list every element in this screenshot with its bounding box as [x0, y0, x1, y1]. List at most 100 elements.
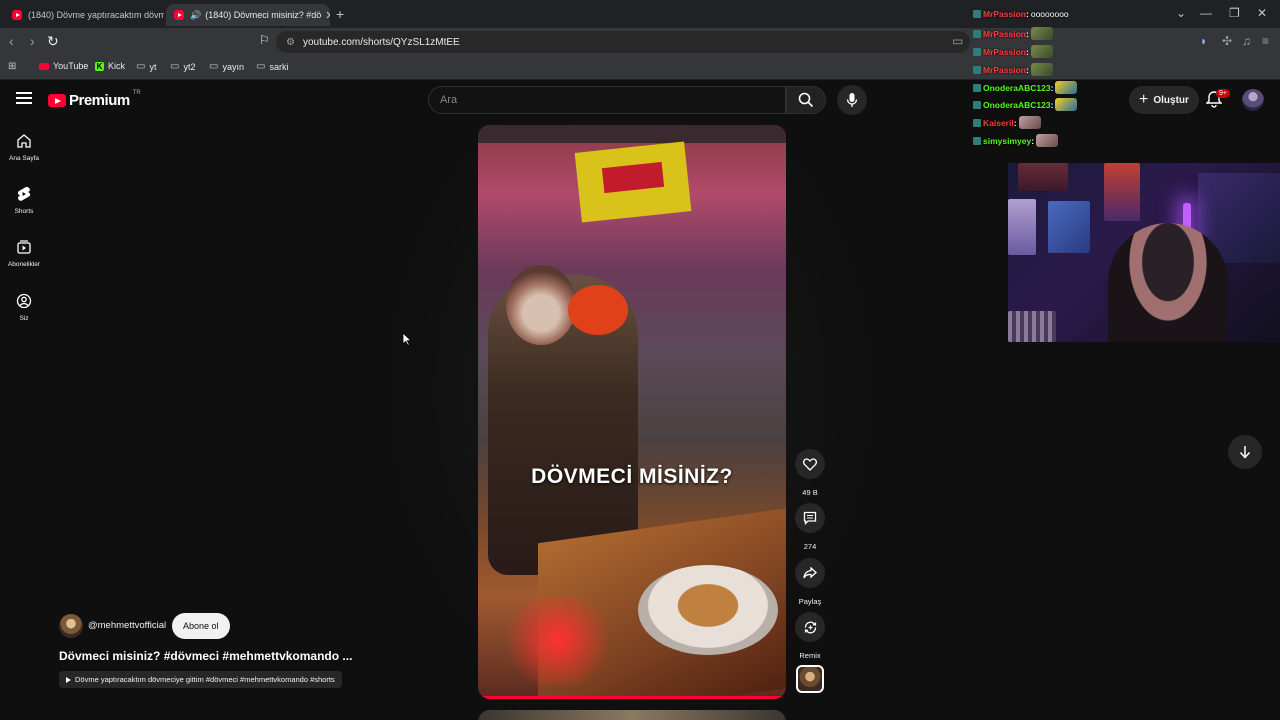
- menu-icon[interactable]: ≡: [1262, 34, 1269, 48]
- extensions-icon[interactable]: ✣: [1222, 34, 1232, 48]
- comment-action[interactable]: 274: [794, 503, 826, 551]
- like-action[interactable]: 49 B: [794, 449, 826, 497]
- guide-label: Shorts: [14, 208, 34, 215]
- chat-username: MrPassion: [983, 28, 1026, 39]
- browser-tab-1[interactable]: (1840) Dövme yaptıracaktım dövme: [4, 4, 164, 26]
- bookmark-folder-yayin[interactable]: ▭ yayın: [209, 61, 244, 72]
- subscriptions-icon: [17, 240, 31, 254]
- chat-badge-icon: [973, 47, 981, 56]
- youtube-favicon-icon: [174, 10, 184, 20]
- folder-icon: ▭: [256, 61, 266, 72]
- webcam-detail: [1104, 163, 1140, 221]
- guide-item-home[interactable]: Ana Sayfa: [0, 133, 48, 162]
- chat-separator: :: [1026, 9, 1029, 19]
- chat-badge-icon: [973, 100, 981, 109]
- remix-button[interactable]: [795, 612, 825, 642]
- search-placeholder: Ara: [440, 94, 458, 106]
- country-code: TR: [132, 89, 141, 96]
- remix-icon: [804, 621, 816, 633]
- bookmark-kick[interactable]: K Kick: [95, 61, 125, 71]
- next-short-button[interactable]: [1228, 435, 1262, 469]
- chat-separator: :: [1050, 99, 1054, 110]
- youtube-premium-logo[interactable]: Premium TR: [48, 89, 141, 109]
- like-button[interactable]: [795, 449, 825, 479]
- next-short-preview[interactable]: [478, 710, 786, 720]
- chat-username: MrPassion: [983, 64, 1026, 75]
- guide-label: Abonelikler: [7, 261, 41, 268]
- webcam-detail: [1048, 201, 1090, 253]
- hamburger-menu-icon[interactable]: [16, 92, 32, 104]
- guide-item-you[interactable]: Siz: [0, 293, 48, 322]
- address-bar[interactable]: ⚙ youtube.com/shorts/QYzSL1zMtEE: [276, 31, 970, 53]
- create-button[interactable]: + Oluştur: [1129, 86, 1199, 114]
- url-text: youtube.com/shorts/QYzSL1zMtEE: [302, 36, 460, 48]
- forward-button[interactable]: ›: [30, 33, 35, 49]
- chat-badge-icon: [973, 65, 981, 74]
- stream-chat-overlay: MrPassion: oooooooo MrPassion: MrPassion: Mr…: [970, 0, 1120, 165]
- search-button[interactable]: [786, 86, 826, 114]
- bookmark-folder-yt2[interactable]: ▭ yt2: [170, 61, 195, 72]
- guide-label: Siz: [19, 315, 29, 322]
- subscribe-button[interactable]: Abone ol: [172, 613, 230, 639]
- video-frame-detail: [478, 125, 786, 143]
- browser-tab-2-active[interactable]: 🔊 (1840) Dövmeci misiniz? #dö ✕: [166, 4, 330, 26]
- related-video-chip[interactable]: Dövme yaptıracaktım dövmeciye gittim #dö…: [59, 671, 342, 688]
- apps-icon[interactable]: ⊞: [8, 61, 20, 72]
- account-avatar[interactable]: [1242, 89, 1264, 111]
- channel-name[interactable]: @mehmettvofficial: [88, 620, 166, 631]
- bookmark-folder-yt[interactable]: ▭ yt: [136, 61, 156, 72]
- chat-emote-icon: [1030, 45, 1053, 58]
- chat-emote-icon: [1030, 63, 1053, 76]
- cast-icon[interactable]: ▭: [952, 34, 963, 48]
- share-action[interactable]: Paylaş: [794, 558, 826, 606]
- share-label: Paylaş: [798, 597, 822, 606]
- video-caption: DÖVMECİ MİSİNİZ?: [531, 465, 733, 488]
- video-frame-detail: [638, 565, 778, 655]
- guide-item-subscriptions[interactable]: Abonelikler: [0, 239, 48, 268]
- chat-username: MrPassion: [983, 9, 1026, 19]
- bookmark-folder-sarki[interactable]: ▭ sarki: [256, 61, 288, 72]
- channel-avatar[interactable]: [59, 614, 83, 638]
- chat-message: MrPassion: oooooooo: [973, 9, 1069, 19]
- comment-button[interactable]: [795, 503, 825, 533]
- bookmark-youtube[interactable]: YouTube: [39, 61, 88, 71]
- chat-separator: :: [1013, 117, 1017, 128]
- bookmark-label: yt2: [183, 61, 196, 72]
- share-button[interactable]: [795, 558, 825, 588]
- short-title[interactable]: Dövmeci misiniz? #dövmeci #mehmettvkoman…: [59, 649, 379, 663]
- reload-button[interactable]: ↻: [47, 33, 59, 50]
- chat-message: MrPassion:: [973, 63, 1053, 76]
- maximize-button[interactable]: ❐: [1229, 6, 1240, 20]
- search-input[interactable]: Ara: [428, 86, 786, 114]
- chat-emote-icon: [1030, 27, 1053, 40]
- close-window-button[interactable]: ✕: [1257, 6, 1267, 20]
- chat-message: MrPassion:: [973, 27, 1053, 40]
- minimize-button[interactable]: —: [1200, 6, 1212, 20]
- music-icon[interactable]: ♫: [1242, 34, 1251, 48]
- new-tab-button[interactable]: +: [336, 6, 344, 22]
- youtube-icon: [39, 62, 49, 70]
- create-label: Oluştur: [1153, 94, 1189, 106]
- close-tab-icon[interactable]: ✕: [321, 9, 330, 22]
- play-icon: [66, 676, 71, 683]
- chat-badge-icon: [973, 136, 981, 145]
- tab-search-icon[interactable]: ⌄: [1176, 6, 1186, 20]
- bookmark-star-icon[interactable]: ⚐: [259, 33, 270, 47]
- webcam-detail: [1008, 199, 1036, 255]
- chat-username: OnoderaABC123: [983, 82, 1051, 93]
- chat-badge-icon: [973, 10, 981, 18]
- video-progress-bar[interactable]: [478, 696, 786, 699]
- remix-action[interactable]: Remix: [794, 612, 826, 660]
- voice-search-button[interactable]: [837, 85, 867, 115]
- sound-source-thumbnail[interactable]: [796, 665, 824, 693]
- kick-icon: K: [95, 61, 104, 71]
- short-video-player[interactable]: DÖVMECİ MİSİNİZ?: [478, 125, 786, 699]
- media-icon[interactable]: ◗: [1200, 34, 1207, 48]
- guide-label: Ana Sayfa: [9, 155, 39, 162]
- site-info-icon[interactable]: ⚙: [286, 37, 295, 48]
- chat-emote-icon: [1055, 81, 1078, 94]
- guide-item-shorts[interactable]: Shorts: [0, 186, 48, 215]
- chat-separator: :: [1026, 64, 1029, 75]
- back-button[interactable]: ‹: [9, 33, 14, 49]
- video-progress-fill: [478, 696, 786, 699]
